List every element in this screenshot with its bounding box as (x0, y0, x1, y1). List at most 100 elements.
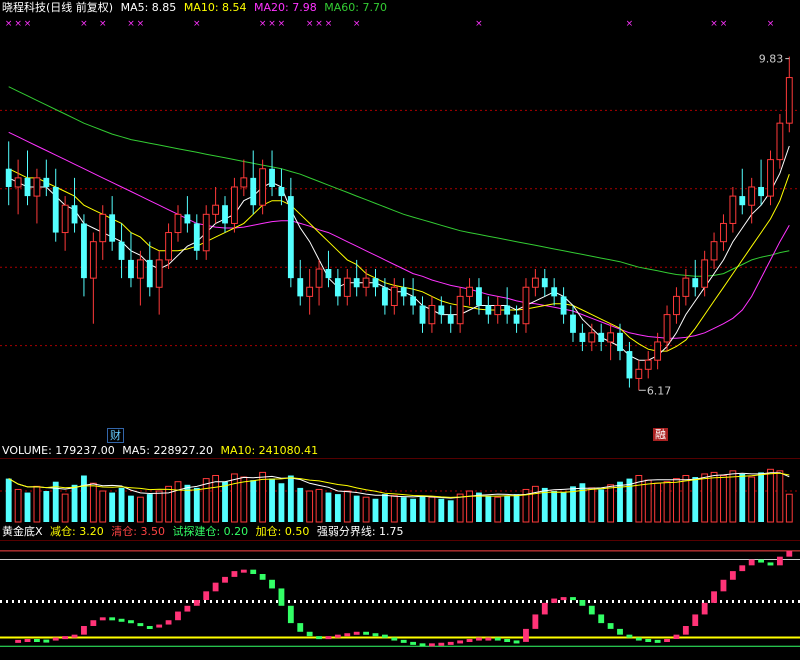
ma5-line (8, 145, 790, 361)
candle-body (71, 205, 78, 224)
volume-legend: VOLUME: 179237.00 (2, 444, 115, 457)
signal-marker: × (720, 19, 728, 29)
volume-bar (278, 483, 285, 522)
signal-marker: × (475, 19, 483, 29)
volume-bar (673, 478, 680, 523)
indicator-segment (748, 559, 755, 566)
volume-bar (428, 496, 436, 523)
indicator-segment (570, 597, 576, 601)
volume-bar (297, 487, 304, 522)
candle-body (485, 305, 492, 315)
candle-body (128, 259, 134, 279)
indicator-segment (381, 634, 388, 638)
indicator-segment (344, 633, 351, 637)
indicator-segment (175, 611, 181, 621)
candle-body (410, 296, 417, 306)
indicator-segment (485, 637, 492, 641)
indicator-segment (711, 591, 717, 603)
candle-body (33, 177, 41, 197)
candle-body (118, 241, 125, 260)
signal-marker: × (325, 19, 333, 29)
indicator-segment (476, 637, 482, 641)
indicator-segment (269, 579, 275, 589)
volume-bar (24, 492, 31, 522)
indicator-segment (334, 634, 341, 638)
candle-body (61, 204, 69, 234)
indicator-segment (598, 614, 605, 624)
volume-bar (710, 471, 718, 523)
candle-body (720, 222, 727, 243)
candle-body (287, 196, 294, 279)
indicator-segment (579, 600, 586, 606)
volume-bar (588, 487, 596, 523)
finance-tag[interactable]: 财 (107, 428, 124, 443)
candle-body (607, 332, 615, 343)
volume-bar (250, 480, 257, 522)
volume-bar (748, 476, 756, 523)
indicator-segment (62, 636, 69, 640)
low-price-label: 6.17 (647, 384, 672, 397)
indicator-name: 黄金底X (2, 525, 43, 538)
indicator-segment (240, 569, 247, 573)
indicator-segment (24, 639, 31, 642)
volume-bar (325, 492, 332, 522)
candle-body (297, 278, 304, 297)
volume-bar (353, 495, 360, 522)
candle-body (570, 314, 576, 333)
indicator-segment (71, 634, 78, 638)
indicator-segment (447, 641, 454, 645)
volume-bar (701, 473, 709, 523)
indicator-segment (767, 562, 774, 566)
candle-body (193, 223, 200, 251)
indicator-item1: 减仓: 3.20 (50, 525, 104, 538)
candle-body (353, 278, 360, 288)
price-chart[interactable]: × × × × × × × × × × × × × × × × × × × ×9.836.17 (0, 14, 800, 444)
candle-body (626, 351, 633, 379)
volume-bar (89, 482, 97, 523)
indicator-segment (645, 639, 652, 642)
indicator-segment (504, 639, 511, 642)
indicator-segment (306, 631, 313, 637)
indicator-chart[interactable] (0, 540, 800, 660)
candle-body (146, 259, 153, 288)
candle-body (729, 195, 737, 224)
volume-bar (739, 473, 746, 522)
candle-body (81, 223, 87, 279)
event-tag[interactable]: 融 (653, 428, 668, 441)
candle-body (419, 305, 426, 324)
signal-marker: × (127, 19, 135, 29)
signal-marker: × (193, 19, 201, 29)
volume-bar (663, 481, 671, 523)
indicator-segment (43, 639, 50, 643)
indicator-segment (165, 620, 172, 625)
volume-bar (269, 478, 275, 522)
indicator-segment (682, 626, 689, 635)
candle-body (654, 341, 662, 361)
candle-body (617, 332, 623, 352)
volume-bar (504, 495, 511, 522)
indicator-segment (137, 623, 144, 627)
indicator-segment (532, 614, 539, 629)
ma20-legend: MA20: 7.98 (254, 1, 317, 14)
indicator-segment (617, 628, 623, 635)
signal-marker: × (24, 19, 32, 29)
indicator-segment (457, 640, 464, 644)
candle-body (343, 277, 351, 297)
signal-marker: × (710, 19, 718, 29)
indicator-segment (607, 623, 614, 629)
volume-chart[interactable] (0, 458, 800, 524)
candle-body (278, 186, 285, 197)
signal-marker: × (353, 19, 361, 29)
candle-body (748, 186, 756, 206)
candle-body (692, 278, 699, 288)
indicator-item4: 加仓: 0.50 (255, 525, 310, 538)
candle-body (315, 268, 323, 288)
volume-bar (128, 495, 134, 522)
indicator-item3: 试探建仓: 0.20 (172, 525, 249, 538)
indicator-segment (34, 639, 40, 642)
candle-body (306, 286, 314, 297)
candle-body (758, 186, 764, 197)
candle-body (325, 269, 332, 279)
volume-header: VOLUME: 179237.00 MA5: 228927.20 MA10: 2… (2, 444, 322, 458)
indicator-segment (90, 620, 97, 626)
